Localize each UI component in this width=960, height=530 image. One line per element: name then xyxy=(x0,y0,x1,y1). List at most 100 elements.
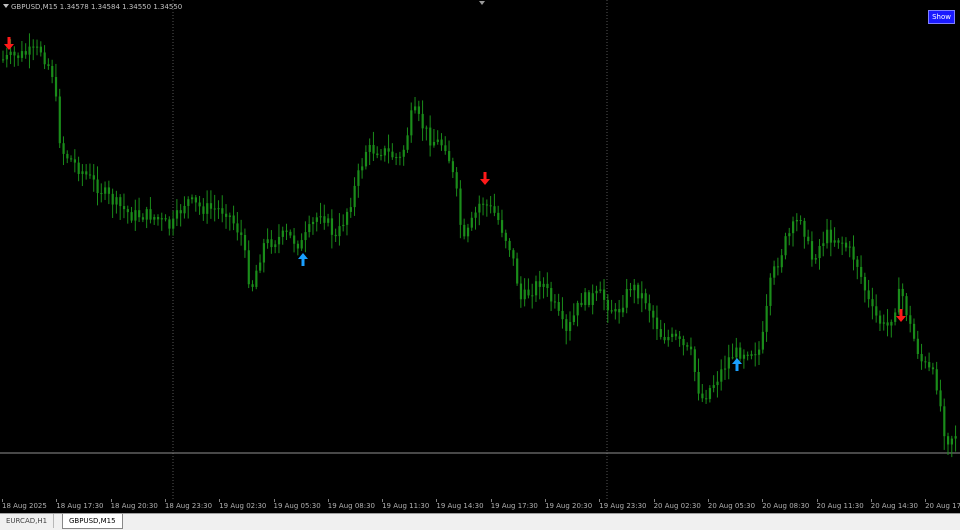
candle-body xyxy=(391,151,394,158)
candle-body xyxy=(221,208,224,214)
candle-body xyxy=(73,159,77,163)
candle-body xyxy=(538,281,541,287)
candle-body xyxy=(640,293,644,299)
candle-body xyxy=(497,212,500,221)
candle-body xyxy=(236,223,239,233)
candle-body xyxy=(875,306,878,316)
candle-body xyxy=(546,283,549,289)
chart-area[interactable]: GBPUSD,M15 1.34578 1.34584 1.34550 1.345… xyxy=(0,0,960,499)
candle-body xyxy=(678,336,681,339)
candle-body xyxy=(281,230,284,237)
candle-body xyxy=(610,310,613,312)
candle-body xyxy=(58,96,61,144)
candle-body xyxy=(489,205,492,207)
candle-body xyxy=(731,357,734,359)
candle-body xyxy=(96,179,99,194)
candle-body xyxy=(720,369,723,382)
candle-body xyxy=(629,289,632,291)
candle-body xyxy=(697,371,700,394)
candle-body xyxy=(580,302,583,306)
candle-body xyxy=(402,149,405,157)
candle-body xyxy=(349,207,352,212)
candle-body xyxy=(20,51,24,58)
candle-body xyxy=(637,284,640,299)
candle-body xyxy=(708,387,712,399)
candle-body xyxy=(534,281,538,296)
time-label: 19 Aug 02:30 xyxy=(219,502,267,510)
candle-body xyxy=(54,77,58,97)
candle-body xyxy=(701,393,704,399)
candle-body xyxy=(542,283,545,287)
candle-body xyxy=(765,305,768,332)
candle-body xyxy=(761,331,764,350)
tab-eurcad-h1[interactable]: EURCAD,H1 xyxy=(0,514,55,528)
up-arrow-icon xyxy=(298,253,308,266)
candle-body xyxy=(553,301,557,303)
candle-body xyxy=(115,197,118,205)
candle-body xyxy=(754,354,757,356)
candle-body xyxy=(625,289,628,308)
candle-body xyxy=(776,266,780,268)
candle-body xyxy=(807,236,810,242)
time-label: 19 Aug 08:30 xyxy=(327,502,375,510)
candle-body xyxy=(485,204,489,206)
candle-body xyxy=(311,221,315,225)
dropdown-triangle-icon[interactable] xyxy=(3,4,9,8)
candle-body xyxy=(228,215,231,217)
candle-body xyxy=(493,206,496,213)
candle-body xyxy=(512,250,515,259)
candle-body xyxy=(935,369,938,391)
candle-body xyxy=(723,368,727,370)
candle-body xyxy=(659,329,662,337)
candle-body xyxy=(191,197,194,200)
candle-body xyxy=(837,240,840,243)
candle-body xyxy=(792,221,795,234)
time-label: 20 Aug 17:30 xyxy=(925,502,960,510)
candle-body xyxy=(36,46,39,48)
candle-body xyxy=(474,212,477,218)
candle-body xyxy=(187,199,190,206)
candle-body xyxy=(206,203,209,214)
candle-body xyxy=(648,303,651,311)
candle-body xyxy=(886,322,889,326)
candle-body xyxy=(172,218,175,229)
time-axis: 18 Aug 2025 18 Aug 17:30 18 Aug 20:30 18 Au… xyxy=(0,499,960,513)
price-chart[interactable] xyxy=(0,0,960,499)
candle-body xyxy=(270,239,273,248)
time-label: 20 Aug 11:30 xyxy=(816,502,864,510)
candle-body xyxy=(319,216,322,218)
time-label: 20 Aug 14:30 xyxy=(870,502,918,510)
candle-body xyxy=(519,283,523,300)
candle-body xyxy=(194,197,197,203)
candle-body xyxy=(410,110,413,136)
candle-body xyxy=(897,288,901,313)
symbol-info: GBPUSD,M15 1.34578 1.34584 1.34550 1.345… xyxy=(3,2,182,12)
candle-body xyxy=(274,244,277,248)
candle-body xyxy=(380,155,383,157)
candle-body xyxy=(451,161,455,173)
candle-body xyxy=(587,292,591,306)
candle-body xyxy=(353,185,356,208)
candle-body xyxy=(47,64,50,66)
candle-body xyxy=(240,232,243,235)
candle-body xyxy=(213,208,216,210)
tab-gbpusd-m15[interactable]: GBPUSD,M15 xyxy=(62,514,123,529)
candle-body xyxy=(595,290,598,294)
candle-body xyxy=(327,218,330,223)
candle-body xyxy=(818,246,821,259)
candle-body xyxy=(841,242,844,244)
candle-body xyxy=(293,235,296,244)
show-button[interactable]: Show xyxy=(928,10,955,24)
candle-body xyxy=(414,106,417,111)
candle-body xyxy=(686,345,689,347)
candle-body xyxy=(784,236,787,256)
candle-body xyxy=(43,52,46,65)
candle-body xyxy=(621,307,625,313)
chart-shift-marker-icon[interactable] xyxy=(479,1,485,5)
candle-body xyxy=(156,216,160,220)
candle-body xyxy=(243,234,247,251)
candle-body xyxy=(758,349,761,355)
candle-body xyxy=(119,197,122,207)
time-label: 20 Aug 08:30 xyxy=(762,502,810,510)
candle-body xyxy=(867,290,870,300)
